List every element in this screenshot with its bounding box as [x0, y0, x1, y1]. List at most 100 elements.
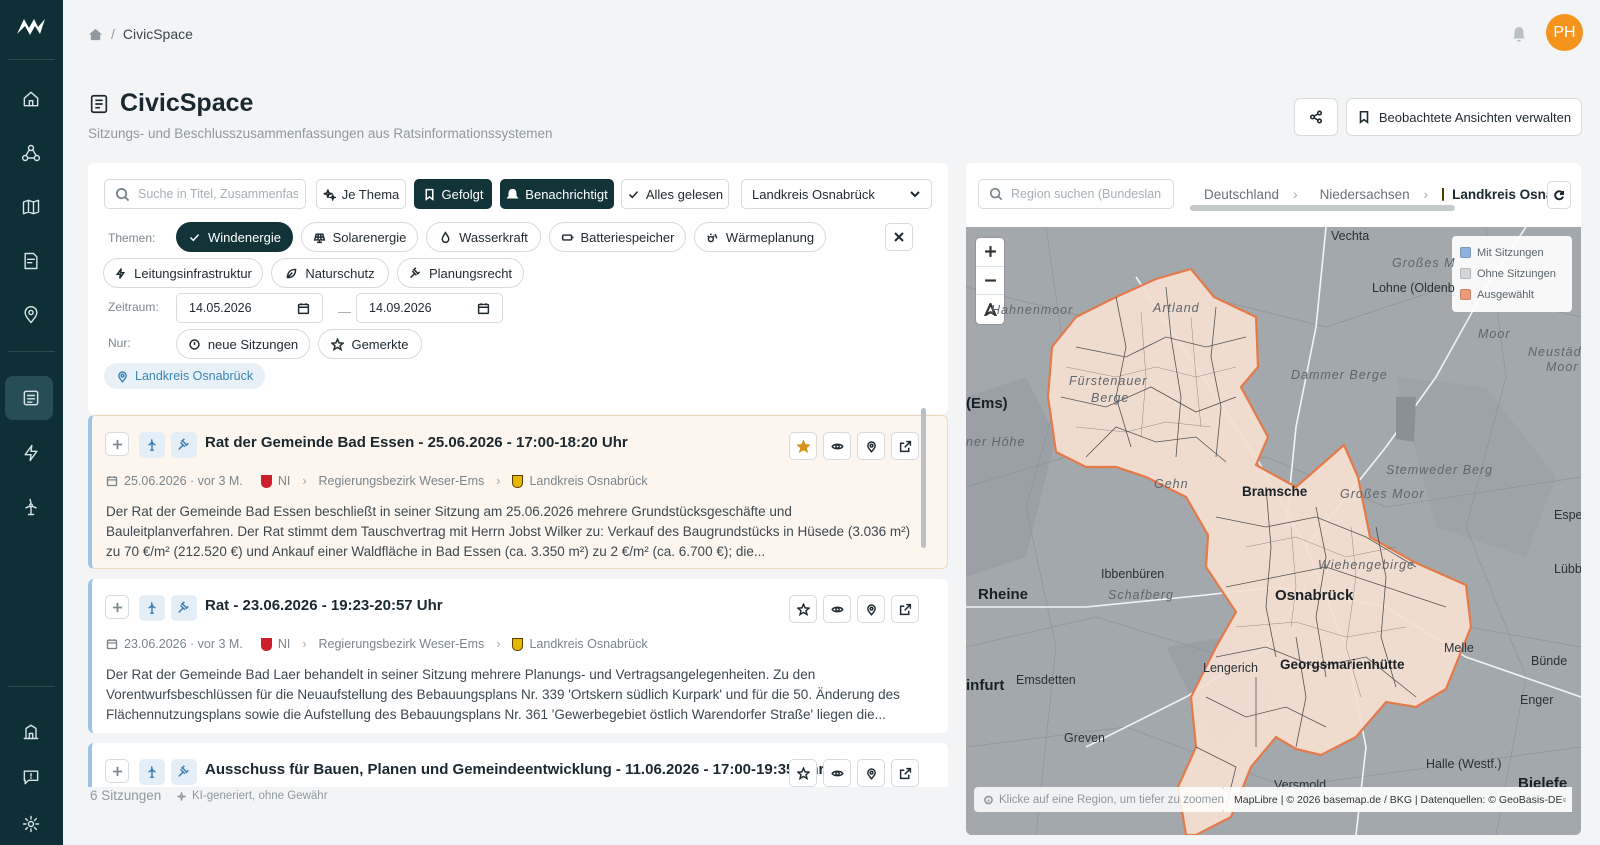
- session-search-field[interactable]: [104, 179, 306, 209]
- notification-bell-icon[interactable]: [1510, 25, 1528, 43]
- sidebar: [0, 0, 63, 845]
- view-button[interactable]: [823, 432, 851, 460]
- share-button[interactable]: [1294, 98, 1338, 136]
- open-external-button[interactable]: [891, 595, 919, 623]
- bookmark-star-button[interactable]: [789, 595, 817, 623]
- lightning-icon[interactable]: [18, 440, 44, 466]
- location-pin-icon: [866, 603, 876, 616]
- session-county[interactable]: Landkreis Osnabrück: [529, 637, 647, 651]
- add-button[interactable]: [105, 595, 129, 619]
- bookmarked-toggle[interactable]: Gemerkte: [318, 329, 422, 359]
- add-button[interactable]: [105, 432, 129, 456]
- by-topic-button[interactable]: Je Thema: [316, 179, 406, 209]
- attribution-text[interactable]: MapLibre | © 2026 basemap.de / BKG | Dat…: [1234, 794, 1563, 806]
- document-edit-icon[interactable]: [18, 248, 44, 274]
- lightning-icon: [115, 267, 126, 279]
- open-external-button[interactable]: [891, 759, 919, 787]
- session-title[interactable]: Ausschuss für Bauen, Planen und Gemeinde…: [205, 761, 824, 778]
- mark-all-read-button[interactable]: Alles gelesen: [621, 179, 729, 209]
- followed-toggle[interactable]: Gefolgt: [414, 179, 492, 209]
- region-search-input[interactable]: [1011, 187, 1161, 201]
- bookmark-star-button[interactable]: [789, 432, 817, 460]
- topic-batteriespeicher[interactable]: Batteriespeicher: [549, 222, 686, 252]
- date-to-input[interactable]: 14.09.2026: [356, 293, 503, 323]
- chevron-right-icon: ›: [1423, 186, 1429, 202]
- session-state[interactable]: NI: [278, 637, 291, 651]
- session-title[interactable]: Rat - 23.06.2026 - 19:23-20:57 Uhr: [205, 597, 443, 614]
- date-from-input[interactable]: 14.05.2026: [176, 293, 323, 323]
- mark-all-read-label: Alles gelesen: [645, 186, 724, 202]
- civicspace-icon[interactable]: [18, 385, 44, 411]
- topic-label: Planungsrecht: [428, 265, 513, 281]
- session-list-scrollbar[interactable]: [921, 408, 926, 548]
- session-meta: 25.06.2026 · vor 3 M. NI › Regierungsbez…: [106, 474, 648, 488]
- map-label: Berge: [1091, 391, 1130, 405]
- topic-wasserkraft[interactable]: Wasserkraft: [426, 222, 541, 252]
- building-icon[interactable]: [18, 718, 44, 744]
- map-label: infurt: [966, 677, 1005, 694]
- region-chip[interactable]: Landkreis Osnabrück: [104, 363, 266, 389]
- topic-naturschutz[interactable]: Naturschutz: [271, 258, 389, 288]
- map-crumb-germany[interactable]: Deutschland: [1204, 187, 1279, 202]
- page-subtitle: Sitzungs- und Beschlusszusammenfassungen…: [88, 126, 553, 141]
- locate-button[interactable]: [857, 759, 885, 787]
- bookmark-star-button[interactable]: [789, 759, 817, 787]
- map-crumb-county[interactable]: Landkreis Osnabrück: [1452, 187, 1548, 202]
- feedback-icon[interactable]: [18, 764, 44, 790]
- map-reset-button[interactable]: [1547, 181, 1571, 209]
- session-county[interactable]: Landkreis Osnabrück: [529, 474, 647, 488]
- region-search-field[interactable]: [978, 179, 1174, 209]
- manage-watched-views-button[interactable]: Beobachtete Ansichten verwalten: [1346, 98, 1582, 136]
- session-state[interactable]: NI: [278, 474, 291, 488]
- topic-waermeplanung[interactable]: Wärmeplanung: [694, 222, 826, 252]
- map-label: Hahnenmoor: [991, 303, 1074, 317]
- map-hint: Klicke auf eine Region, um tiefer zu zoo…: [974, 787, 1224, 812]
- topic-windenergie[interactable]: Windenergie: [176, 222, 293, 252]
- topic-planungsrecht[interactable]: Planungsrecht: [397, 258, 524, 288]
- zoom-in-button[interactable]: [976, 238, 1004, 267]
- notified-toggle[interactable]: Benachrichtigt: [500, 179, 614, 209]
- network-icon[interactable]: [18, 140, 44, 166]
- new-sessions-toggle[interactable]: neue Sitzungen: [176, 329, 310, 359]
- settings-icon[interactable]: [18, 811, 44, 837]
- location-search-icon[interactable]: [18, 302, 44, 328]
- home-icon[interactable]: [18, 86, 44, 112]
- clear-topics-button[interactable]: [885, 223, 913, 251]
- locate-button[interactable]: [857, 432, 885, 460]
- map-canvas[interactable]: Mit Sitzungen Ohne Sitzungen Ausgewählt …: [966, 227, 1581, 835]
- view-button[interactable]: [823, 595, 851, 623]
- app-logo[interactable]: [14, 14, 48, 40]
- sidebar-divider: [8, 351, 55, 352]
- map-crumb-state[interactable]: Niedersachsen: [1320, 187, 1410, 202]
- session-district[interactable]: Regierungsbezirk Weser-Ems: [319, 474, 485, 488]
- session-title[interactable]: Rat der Gemeinde Bad Essen - 25.06.2026 …: [205, 434, 628, 451]
- topic-leitungsinfrastruktur[interactable]: Leitungsinfrastruktur: [103, 258, 263, 288]
- breadcrumb-scrollbar[interactable]: [1190, 205, 1455, 211]
- open-external-button[interactable]: [891, 432, 919, 460]
- home-icon[interactable]: [88, 27, 103, 42]
- session-card[interactable]: Rat der Gemeinde Bad Essen - 25.06.2026 …: [88, 415, 948, 569]
- region-select[interactable]: Landkreis Osnabrück: [741, 179, 932, 209]
- info-icon[interactable]: [1562, 793, 1566, 807]
- add-button[interactable]: [105, 759, 129, 783]
- session-card[interactable]: Rat - 23.06.2026 - 19:23-20:57 Uhr 23.06…: [88, 579, 948, 733]
- map-icon[interactable]: [18, 194, 44, 220]
- map-label: Wiehengebirge: [1318, 558, 1415, 572]
- session-district[interactable]: Regierungsbezirk Weser-Ems: [319, 637, 485, 651]
- session-card[interactable]: Ausschuss für Bauen, Planen und Gemeinde…: [88, 743, 948, 787]
- map-label: Schafberg: [1108, 588, 1174, 602]
- wind-turbine-icon[interactable]: [18, 494, 44, 520]
- calendar-icon: [106, 476, 118, 487]
- map-label: Großes Moor: [1340, 487, 1425, 501]
- plus-icon: [112, 439, 122, 449]
- zoom-out-button[interactable]: [976, 267, 1004, 296]
- locate-button[interactable]: [857, 595, 885, 623]
- user-avatar[interactable]: PH: [1546, 14, 1583, 51]
- session-count: 6 Sitzungen: [90, 788, 162, 803]
- view-button[interactable]: [823, 759, 851, 787]
- basemap: [966, 227, 1581, 835]
- breadcrumb-current[interactable]: CivicSpace: [123, 26, 193, 42]
- heat-icon: [707, 232, 718, 242]
- topic-solarenergie[interactable]: Solarenergie: [301, 222, 418, 252]
- session-search-input[interactable]: [138, 187, 298, 201]
